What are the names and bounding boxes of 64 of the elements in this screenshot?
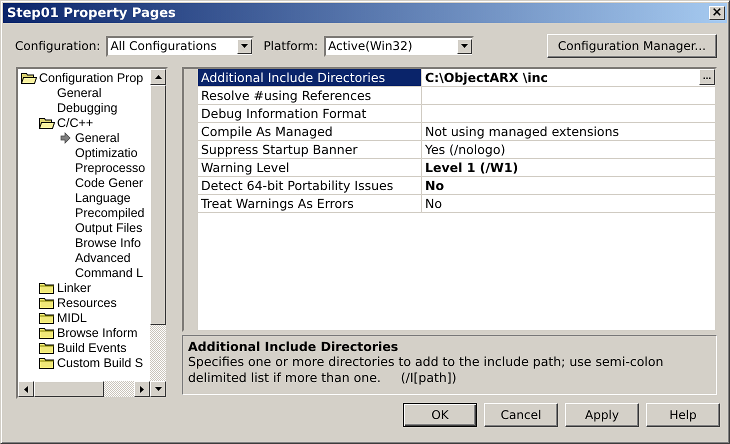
- property-value[interactable]: Yes (/nologo): [425, 141, 506, 158]
- tree-item[interactable]: C/C++: [56, 116, 94, 130]
- description-text: Specifies one or more directories to add to the include path; use semi-colon delimited list if more than one. (/I[path]): [188, 354, 664, 386]
- property-name[interactable]: Compile As Managed: [198, 123, 422, 140]
- property-name[interactable]: Resolve #using References: [198, 87, 422, 104]
- property-name[interactable]: Warning Level: [198, 159, 422, 176]
- tree-item[interactable]: Browse Info: [74, 236, 142, 250]
- scroll-right-icon: [140, 386, 144, 392]
- property-value[interactable]: No: [425, 195, 442, 212]
- tree-item[interactable]: Advanced: [74, 250, 132, 264]
- folder-icon: [39, 342, 55, 354]
- dialog-button[interactable]: Apply: [565, 403, 639, 427]
- platform-dropdown[interactable]: Active(Win32): [324, 36, 474, 56]
- tree-item[interactable]: Command L: [74, 266, 144, 280]
- tree-item[interactable]: Configuration Prop: [38, 70, 144, 84]
- dropdown-arrow-icon: [241, 44, 248, 48]
- tree-item[interactable]: Output Files: [74, 220, 144, 234]
- property-value[interactable]: C:\ObjectARX \inc: [425, 69, 548, 86]
- tree-item[interactable]: Optimizatio: [74, 146, 139, 160]
- open-folder-icon: [21, 72, 37, 84]
- tree-item[interactable]: Linker: [56, 280, 92, 294]
- tree-item[interactable]: General: [56, 86, 102, 100]
- tree-item[interactable]: MIDL: [56, 310, 88, 324]
- horizontal-scrollbar[interactable]: [18, 381, 150, 397]
- dialog-button[interactable]: OK: [403, 403, 477, 427]
- property-name[interactable]: Debug Information Format: [198, 105, 422, 122]
- folder-icon: [39, 326, 55, 338]
- tree-item[interactable]: Resources: [56, 296, 118, 310]
- tree-item[interactable]: Language: [74, 190, 132, 204]
- property-name[interactable]: Additional Include Directories: [198, 69, 422, 86]
- folder-icon: [39, 356, 55, 368]
- folder-icon: [39, 312, 55, 324]
- tree-item[interactable]: Precompiled: [74, 206, 146, 220]
- tree-item[interactable]: Browse Inform: [56, 326, 139, 340]
- property-name[interactable]: Detect 64-bit Portability Issues: [198, 177, 422, 194]
- platform-label: Platform:: [263, 39, 318, 53]
- vertical-scrollbar[interactable]: [150, 69, 166, 397]
- property-value[interactable]: Not using managed extensions: [425, 123, 620, 140]
- tree-item[interactable]: Build Events: [56, 340, 128, 354]
- window-title: Step01 Property Pages: [7, 6, 176, 20]
- description-title: Additional Include Directories: [188, 339, 400, 354]
- open-folder-icon: [39, 116, 55, 128]
- tree-item[interactable]: Debugging: [56, 100, 118, 114]
- property-name[interactable]: Treat Warnings As Errors: [198, 195, 422, 212]
- folder-icon: [39, 282, 55, 294]
- property-name[interactable]: Suppress Startup Banner: [198, 141, 422, 158]
- dropdown-arrow-icon: [461, 44, 468, 48]
- scroll-down-icon: [154, 387, 162, 391]
- folder-icon: [39, 296, 55, 308]
- tree-item[interactable]: General: [74, 130, 120, 144]
- tree-item[interactable]: Custom Build S: [56, 356, 144, 370]
- dialog-button[interactable]: Cancel: [484, 403, 558, 427]
- property-value[interactable]: Level 1 (/W1): [425, 159, 518, 176]
- configuration-manager-button[interactable]: Configuration Manager...: [546, 34, 717, 58]
- property-value[interactable]: No: [425, 177, 444, 194]
- close-button[interactable]: ×: [709, 6, 725, 20]
- scroll-left-icon: [24, 386, 28, 392]
- tree-item[interactable]: Code Gener: [74, 176, 144, 190]
- tree-item[interactable]: Preprocesso: [74, 160, 146, 174]
- configuration-dropdown[interactable]: All Configurations: [106, 36, 254, 56]
- dialog-button[interactable]: Help: [646, 403, 720, 427]
- browse-button[interactable]: ...: [699, 69, 715, 85]
- configuration-label: Configuration:: [15, 39, 100, 53]
- scroll-up-icon: [154, 75, 162, 79]
